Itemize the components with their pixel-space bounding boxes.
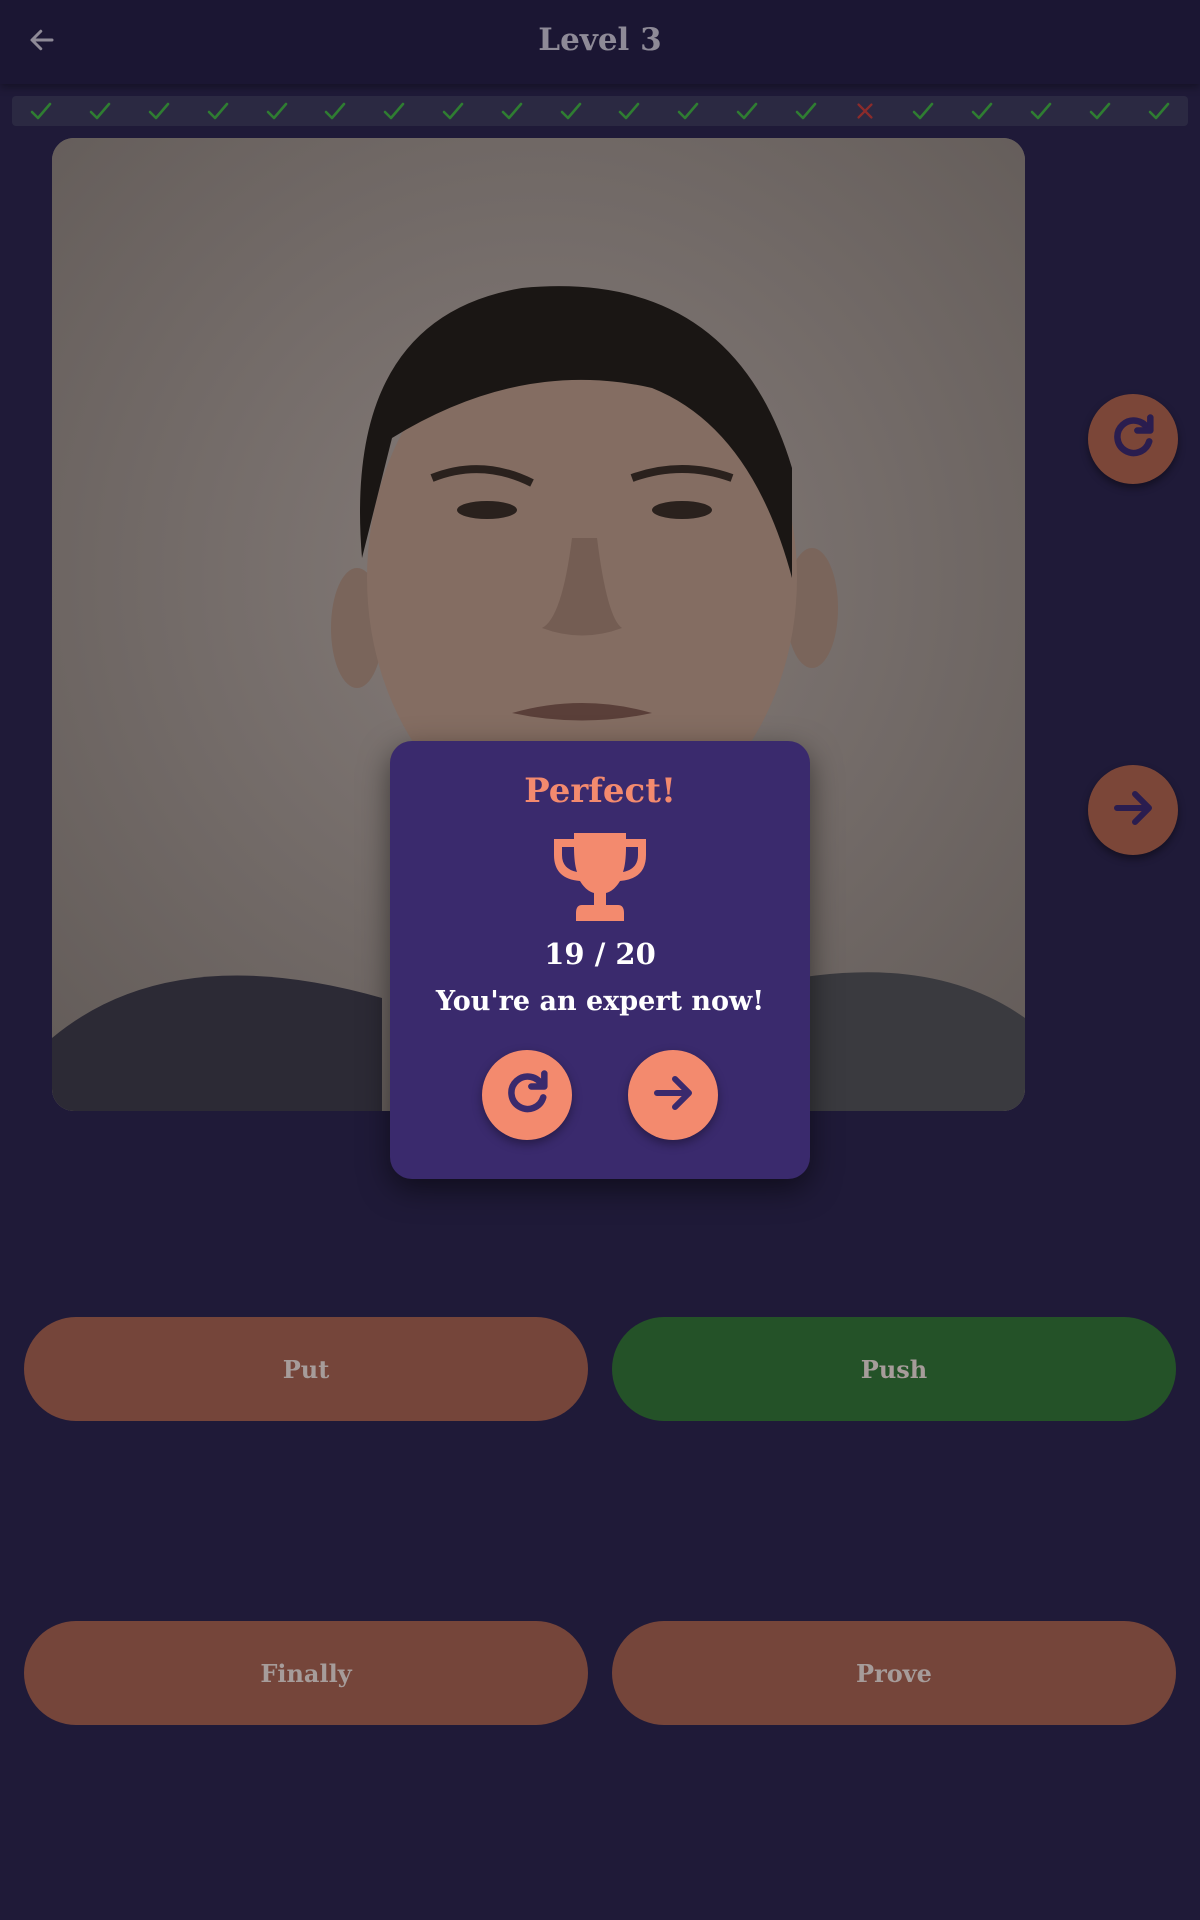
check-icon [792, 97, 820, 125]
check-icon [439, 97, 467, 125]
result-message: You're an expert now! [435, 986, 765, 1017]
check-icon [968, 97, 996, 125]
score-text: 19 / 20 [544, 937, 656, 971]
result-dialog: Perfect! 19 / 20 You're an expert now! [390, 741, 810, 1179]
dialog-title: Perfect! [524, 771, 676, 811]
next-button[interactable] [1088, 765, 1178, 855]
next-level-button[interactable] [628, 1050, 718, 1140]
answer-label: Finally [260, 1658, 352, 1688]
check-icon [27, 97, 55, 125]
check-icon [321, 97, 349, 125]
arrow-right-icon [1109, 784, 1157, 836]
answer-label: Put [282, 1354, 330, 1384]
cross-icon [851, 97, 879, 125]
check-icon [674, 97, 702, 125]
answer-button-finally[interactable]: Finally [24, 1621, 588, 1725]
check-icon [145, 97, 173, 125]
answer-button-put[interactable]: Put [24, 1317, 588, 1421]
answer-button-prove[interactable]: Prove [612, 1621, 1176, 1725]
check-icon [615, 97, 643, 125]
top-bar: Level 3 [0, 0, 1200, 84]
check-icon [1145, 97, 1173, 125]
check-icon [498, 97, 526, 125]
answer-label: Push [860, 1354, 928, 1384]
answer-label: Prove [856, 1658, 932, 1688]
check-icon [380, 97, 408, 125]
replay-icon [501, 1067, 553, 1123]
check-icon [1027, 97, 1055, 125]
check-icon [86, 97, 114, 125]
check-icon [909, 97, 937, 125]
progress-bar [12, 96, 1188, 126]
replay-button[interactable] [1088, 394, 1178, 484]
check-icon [557, 97, 585, 125]
check-icon [1086, 97, 1114, 125]
retry-button[interactable] [482, 1050, 572, 1140]
trophy-icon [550, 829, 650, 925]
answer-button-push[interactable]: Push [612, 1317, 1176, 1421]
check-icon [204, 97, 232, 125]
arrow-right-icon [649, 1069, 697, 1121]
check-icon [263, 97, 291, 125]
page-title: Level 3 [538, 22, 662, 58]
check-icon [733, 97, 761, 125]
replay-icon [1107, 411, 1159, 467]
